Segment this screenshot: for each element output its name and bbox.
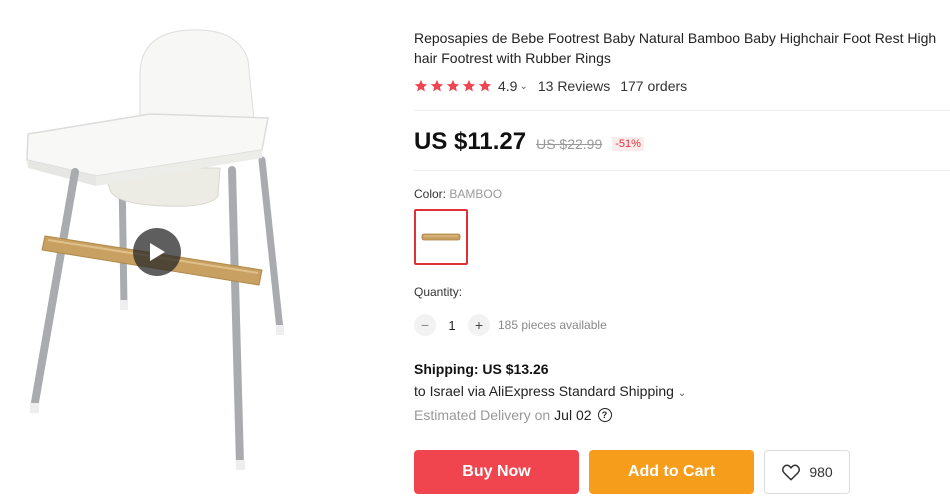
star-icon xyxy=(446,79,460,92)
estimated-delivery: Estimated Delivery on Jul 02 ? xyxy=(414,407,612,423)
bamboo-swatch-image xyxy=(421,233,461,241)
price-row: US $11.27 US $22.99 -51% xyxy=(414,128,644,156)
wishlist-count: 980 xyxy=(809,464,833,480)
delivery-date: Jul 02 xyxy=(554,407,592,423)
color-value: BAMBOO xyxy=(449,187,503,201)
pieces-available: 185 pieces available xyxy=(498,318,607,332)
rating-row: 4.9 ⌄ 13 Reviews 177 orders xyxy=(414,76,687,96)
quantity-input[interactable]: 1 xyxy=(436,318,468,333)
product-title: Reposapies de Bebe Footrest Baby Natural… xyxy=(414,28,950,68)
heart-icon xyxy=(782,464,801,481)
question-icon[interactable]: ? xyxy=(597,408,612,422)
estimated-delivery-label: Estimated Delivery on xyxy=(414,407,551,423)
star-icon xyxy=(414,79,428,92)
current-price: US $11.27 xyxy=(414,128,527,155)
play-icon xyxy=(150,243,165,261)
decrease-quantity-button[interactable]: − xyxy=(414,314,436,336)
play-video-button[interactable] xyxy=(133,228,181,276)
star-rating xyxy=(414,79,492,93)
quantity-label: Quantity: xyxy=(414,285,463,299)
quantity-stepper: − 1 + 185 pieces available xyxy=(414,314,607,336)
product-image xyxy=(26,29,284,470)
divider xyxy=(414,110,950,111)
product-image-gallery[interactable] xyxy=(0,0,400,500)
add-to-cart-button[interactable]: Add to Cart xyxy=(589,450,754,494)
star-icon xyxy=(462,79,476,92)
color-label: Color: BAMBOO xyxy=(414,187,502,201)
original-price: US $22.99 xyxy=(536,136,603,152)
rating-value[interactable]: 4.9 xyxy=(498,78,517,94)
color-label-text: Color: xyxy=(414,187,447,201)
wishlist-button[interactable]: 980 xyxy=(764,450,850,494)
shipping-destination-text: to Israel via AliExpress Standard Shippi… xyxy=(414,383,674,399)
chevron-down-icon[interactable]: ⌄ xyxy=(519,81,527,92)
chevron-down-icon: ⌄ xyxy=(677,388,687,399)
reviews-link[interactable]: 13 Reviews xyxy=(538,78,610,94)
divider xyxy=(414,170,950,171)
shipping-cost: Shipping: US $13.26 xyxy=(414,361,549,377)
color-swatch-bamboo[interactable] xyxy=(414,209,468,265)
product-title-line2: hair Footrest with Rubber Rings xyxy=(414,50,611,66)
star-icon xyxy=(478,79,492,92)
increase-quantity-button[interactable]: + xyxy=(468,314,490,336)
star-icon xyxy=(430,79,444,92)
buy-now-button[interactable]: Buy Now xyxy=(414,450,579,494)
discount-badge: -51% xyxy=(612,137,644,151)
shipping-destination-selector[interactable]: to Israel via AliExpress Standard Shippi… xyxy=(414,383,686,399)
product-info-panel: Reposapies de Bebe Footrest Baby Natural… xyxy=(414,0,950,500)
orders-count: 177 orders xyxy=(620,78,688,94)
product-title-line1: Reposapies de Bebe Footrest Baby Natural… xyxy=(414,30,937,46)
